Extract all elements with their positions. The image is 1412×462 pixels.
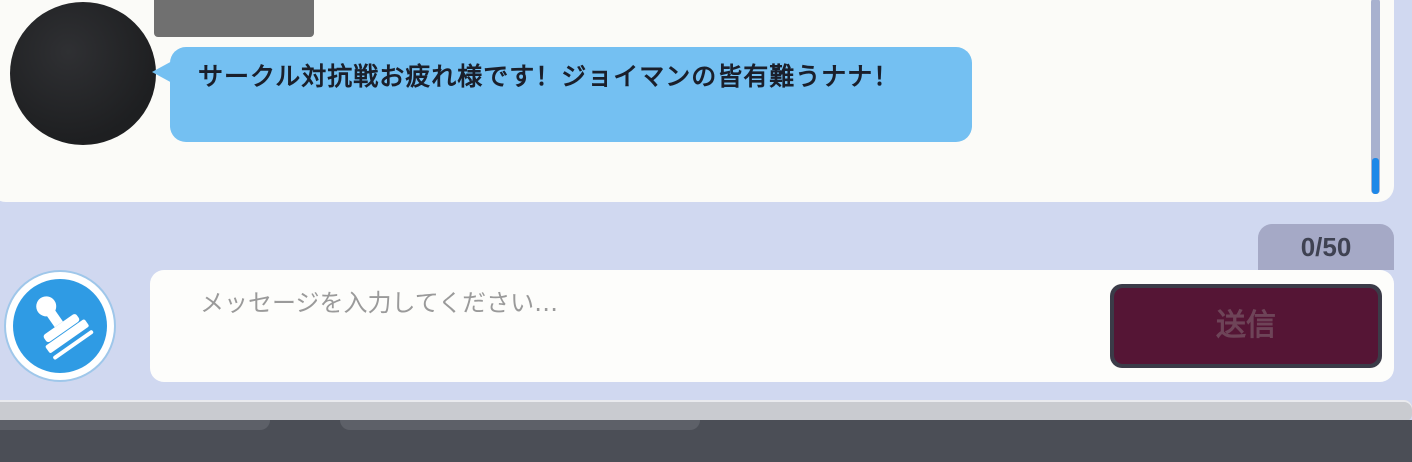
message-input[interactable] [200, 285, 1100, 321]
character-counter: 0/50 [1258, 224, 1394, 270]
window-bottom-frame [0, 400, 1412, 422]
send-button[interactable]: 送信 [1110, 284, 1382, 368]
previous-message-fragment [154, 0, 314, 37]
chat-scrollbar-thumb[interactable] [1372, 158, 1379, 194]
background-strip [0, 420, 1412, 462]
message-bubble: サークル対抗戦お疲れ様です！ジョイマンの皆有難うナナ！ [170, 47, 972, 142]
send-button-label: 送信 [1114, 288, 1378, 364]
stamp-icon [36, 296, 94, 360]
message-text: サークル対抗戦お疲れ様です！ジョイマンの皆有難うナナ！ [198, 62, 900, 91]
background-tab-left [0, 420, 270, 430]
avatar[interactable] [10, 2, 156, 145]
background-tab-center [340, 420, 700, 430]
stamp-button[interactable] [6, 272, 114, 380]
